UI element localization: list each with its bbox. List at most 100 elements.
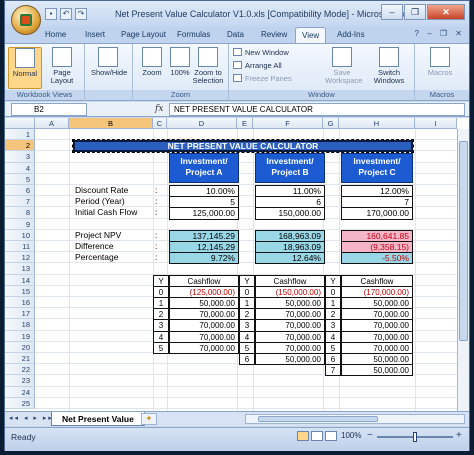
tab-review[interactable]: Review xyxy=(261,30,287,39)
zoom-selection-button[interactable]: Zoom to Selection xyxy=(191,47,225,85)
macros-button[interactable]: Macros xyxy=(423,47,457,77)
column-header-f[interactable]: F xyxy=(253,118,323,129)
row-header-18[interactable]: 18 xyxy=(5,319,35,331)
save-icon[interactable]: ▪ xyxy=(45,8,57,20)
page-layout-icon xyxy=(52,47,72,67)
new-window-button[interactable]: New Window xyxy=(233,48,289,57)
column-header-i[interactable]: I xyxy=(415,118,457,129)
select-all-corner[interactable] xyxy=(5,118,35,129)
sheet-nav-arrows-icon[interactable]: ◂◂ ◂ ▸ ▸▸ xyxy=(9,414,54,422)
row-header-2[interactable]: 2 xyxy=(5,140,35,152)
worksheet-grid[interactable]: A B C D E F G H I 1 2 3 4 5 6 7 8 9 10 11 12 13 14 15 16 17 18 19 20… xyxy=(5,118,469,411)
zoom-100-label: 100% xyxy=(170,68,190,77)
row-header-13[interactable]: 13 xyxy=(5,263,35,275)
column-gridline xyxy=(415,129,416,411)
row-header-22[interactable]: 22 xyxy=(5,364,35,376)
row-header-16[interactable]: 16 xyxy=(5,297,35,309)
cashflow-cell-b[interactable]: 50,000.00 xyxy=(255,353,325,366)
row-header-5[interactable]: 5 xyxy=(5,173,35,185)
row-header-3[interactable]: 3 xyxy=(5,151,35,163)
freeze-panes-button[interactable]: Freeze Panes xyxy=(233,74,292,83)
insert-sheet-icon[interactable]: ✦ xyxy=(141,413,157,425)
column-header-e[interactable]: E xyxy=(237,118,253,129)
tab-data[interactable]: Data xyxy=(227,30,244,39)
page-break-view-icon[interactable] xyxy=(325,431,337,441)
row-header-4[interactable]: 4 xyxy=(5,162,35,174)
sheet-tab-net-present-value[interactable]: Net Present Value xyxy=(51,412,145,426)
row-header-23[interactable]: 23 xyxy=(5,375,35,387)
formula-input[interactable]: NET PRESENT VALUE CALCULATOR xyxy=(169,103,465,116)
zoom-out-button[interactable]: − xyxy=(367,430,373,441)
row-header-17[interactable]: 17 xyxy=(5,308,35,320)
input-b-8[interactable]: 150,000.00 xyxy=(255,207,325,220)
project-header-a: Investment/ Project A xyxy=(169,152,239,183)
result-c-12[interactable]: -5.50% xyxy=(341,252,413,265)
function-icon[interactable]: fx xyxy=(155,104,163,114)
label-colon: : xyxy=(155,229,158,240)
minimize-button[interactable]: – xyxy=(381,4,403,20)
sheet-title[interactable]: NET PRESENT VALUE CALCULATOR xyxy=(72,139,414,154)
row-header-11[interactable]: 11 xyxy=(5,241,35,253)
row-header-10[interactable]: 10 xyxy=(5,229,35,241)
page-layout-view-icon[interactable] xyxy=(311,431,323,441)
freeze-panes-icon xyxy=(233,74,242,82)
tab-insert[interactable]: Insert xyxy=(85,30,105,39)
help-icon[interactable]: ? – ❐ ✕ xyxy=(415,29,465,38)
row-header-14[interactable]: 14 xyxy=(5,274,35,286)
normal-view-button[interactable]: Normal xyxy=(8,47,42,89)
column-header-g[interactable]: G xyxy=(323,118,339,129)
column-header-b[interactable]: B xyxy=(69,118,153,129)
row-header-25[interactable]: 25 xyxy=(5,397,35,409)
tab-page-layout[interactable]: Page Layout xyxy=(121,30,166,39)
input-a-8[interactable]: 125,000.00 xyxy=(169,207,239,220)
tab-add-ins[interactable]: Add-Ins xyxy=(337,30,365,39)
redo-icon[interactable]: ↷ xyxy=(75,8,87,20)
column-header-a[interactable]: A xyxy=(35,118,69,129)
cashflow-cell-a[interactable]: 70,000.00 xyxy=(169,341,239,354)
input-c-8[interactable]: 170,000.00 xyxy=(341,207,413,220)
save-workspace-button[interactable]: Save Workspace xyxy=(325,47,362,85)
row-header-1[interactable]: 1 xyxy=(5,129,35,141)
vertical-scrollbar[interactable] xyxy=(457,129,469,411)
column-header-h[interactable]: H xyxy=(339,118,415,129)
label-diff: Difference xyxy=(75,241,114,251)
horizontal-scrollbar[interactable] xyxy=(245,414,465,424)
row-header-20[interactable]: 20 xyxy=(5,341,35,353)
row-header-12[interactable]: 12 xyxy=(5,252,35,264)
tab-view[interactable]: View xyxy=(295,27,327,44)
cashflow-cell-c[interactable]: 50,000.00 xyxy=(341,364,413,377)
row-header-21[interactable]: 21 xyxy=(5,353,35,365)
zoom-slider[interactable] xyxy=(377,432,453,442)
row-header-19[interactable]: 19 xyxy=(5,330,35,342)
tab-formulas[interactable]: Formulas xyxy=(177,30,210,39)
result-a-12[interactable]: 9.72% xyxy=(169,252,239,265)
show-hide-button[interactable]: Show/Hide xyxy=(91,47,127,77)
column-header-c[interactable]: C xyxy=(153,118,167,129)
vertical-scroll-thumb[interactable] xyxy=(459,141,468,341)
row-header-8[interactable]: 8 xyxy=(5,207,35,219)
row-header-7[interactable]: 7 xyxy=(5,196,35,208)
name-box[interactable]: B2 xyxy=(11,103,87,116)
row-header-15[interactable]: 15 xyxy=(5,285,35,297)
tab-home[interactable]: Home xyxy=(45,30,66,39)
normal-view-icon[interactable] xyxy=(297,431,309,441)
arrange-all-button[interactable]: Arrange All xyxy=(233,61,282,70)
zoom-level[interactable]: 100% xyxy=(341,431,361,440)
close-button[interactable]: ✕ xyxy=(427,4,465,20)
zoom-selection-icon xyxy=(198,47,218,67)
horizontal-scroll-thumb[interactable] xyxy=(258,416,378,422)
undo-icon[interactable]: ↶ xyxy=(60,8,72,20)
column-header-d[interactable]: D xyxy=(167,118,237,129)
row-header-9[interactable]: 9 xyxy=(5,218,35,230)
zoom-slider-thumb[interactable] xyxy=(413,432,417,442)
result-b-12[interactable]: 12.64% xyxy=(255,252,325,265)
office-button[interactable] xyxy=(11,5,41,35)
page-layout-view-button[interactable]: Page Layout xyxy=(45,47,79,85)
zoom-in-button[interactable]: + xyxy=(456,430,462,441)
maximize-button[interactable]: ❐ xyxy=(404,4,426,20)
normal-view-icon xyxy=(15,48,35,68)
row-header-24[interactable]: 24 xyxy=(5,386,35,398)
arrange-all-label: Arrange All xyxy=(245,61,282,70)
switch-windows-button[interactable]: Switch Windows xyxy=(367,47,411,85)
row-header-6[interactable]: 6 xyxy=(5,185,35,197)
